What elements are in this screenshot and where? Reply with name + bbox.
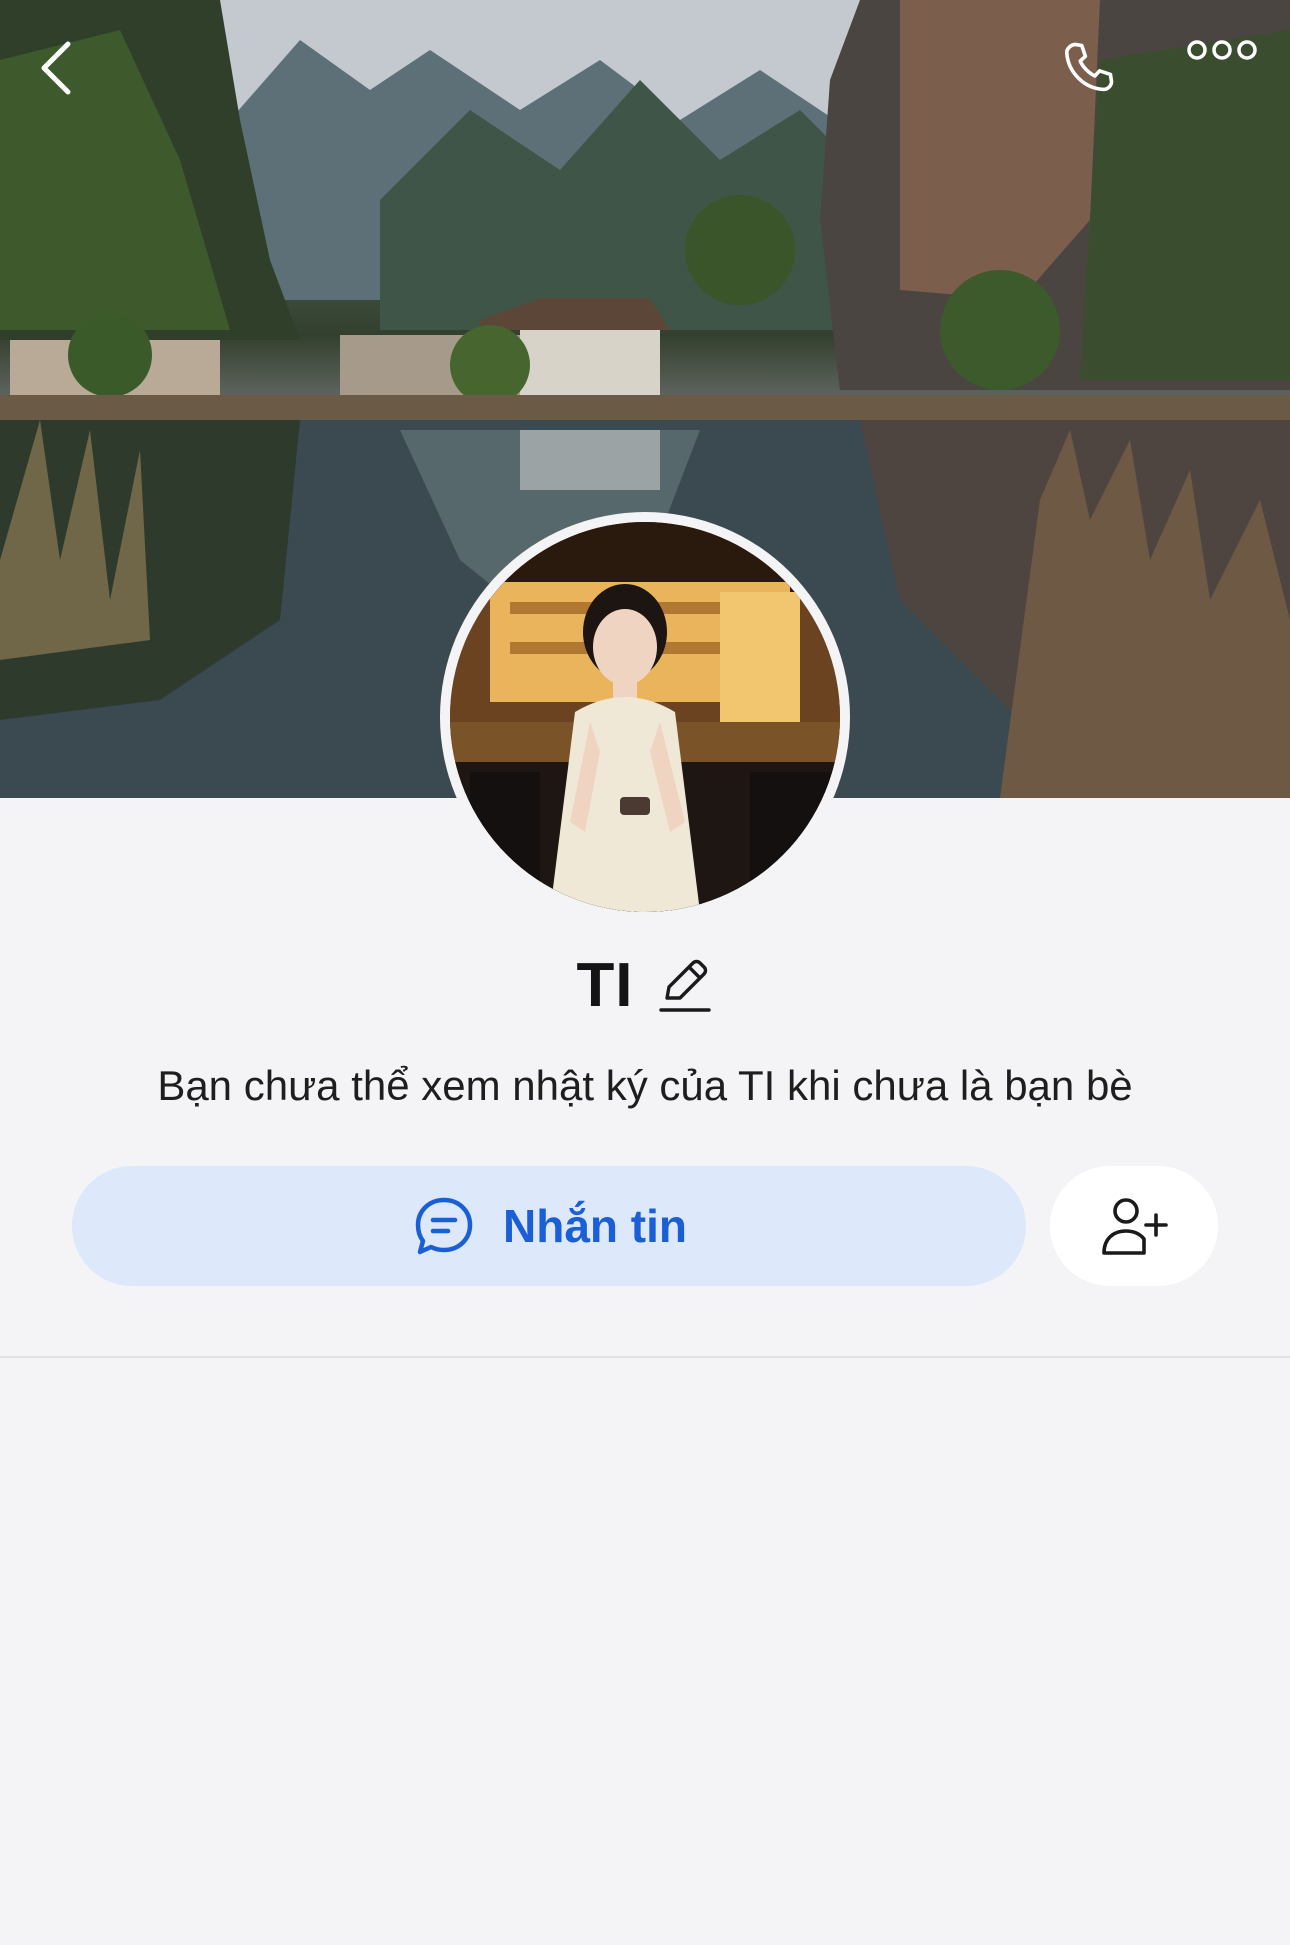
profile-name-row: TI [0, 945, 1290, 1025]
profile-screen: TI Bạn chưa thể xem nhật ký của TI khi c… [0, 0, 1290, 1945]
more-options-button[interactable] [1186, 38, 1268, 110]
avatar-photo [450, 522, 840, 912]
diary-restriction-notice: Bạn chưa thể xem nhật ký của TI khi chưa… [157, 1062, 1133, 1109]
back-button[interactable] [36, 40, 108, 112]
send-message-button[interactable]: Nhắn tin [72, 1166, 1026, 1286]
pencil-icon [658, 959, 711, 1012]
send-message-label: Nhắn tin [503, 1200, 687, 1252]
profile-name: TI [576, 950, 634, 1020]
call-button[interactable] [1058, 38, 1130, 110]
avatar[interactable] [440, 512, 850, 922]
chevron-left-icon [41, 41, 71, 95]
add-friend-button[interactable] [1050, 1166, 1218, 1286]
phone-icon [1064, 42, 1114, 92]
section-divider [0, 1356, 1290, 1358]
add-user-icon [1102, 1198, 1168, 1255]
more-options-icon [1187, 40, 1257, 60]
edit-name-button[interactable] [656, 956, 714, 1014]
chat-bubble-icon [411, 1193, 477, 1259]
